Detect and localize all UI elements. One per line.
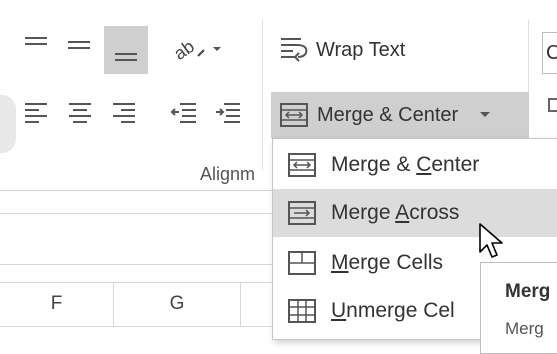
tooltip-title: Merg <box>505 281 551 302</box>
align-center-icon <box>69 103 91 123</box>
orientation-button[interactable]: ab <box>166 28 230 68</box>
bottom-align-button[interactable] <box>104 26 148 74</box>
align-left-icon <box>25 103 47 123</box>
menu-item-label: Merge Across <box>331 201 460 224</box>
increase-indent-icon <box>216 103 240 123</box>
decrease-indent-icon <box>170 103 196 123</box>
merge-center-icon <box>288 153 316 177</box>
orientation-icon: ab <box>170 36 221 64</box>
increase-indent-button[interactable] <box>210 94 246 130</box>
top-align-button[interactable] <box>18 26 54 64</box>
align-left-button[interactable] <box>18 94 54 130</box>
tooltip-text: Merg <box>505 319 544 338</box>
alignment-group-label: Alignm <box>200 164 256 184</box>
cropped-edge-badge <box>0 95 16 153</box>
number-format-box[interactable]: C <box>542 32 557 74</box>
wrap-text-icon <box>281 38 308 62</box>
align-right-button[interactable] <box>106 94 142 130</box>
unmerge-cells-icon <box>288 299 316 323</box>
wrap-text-label: Wrap Text <box>316 38 406 61</box>
column-header-g[interactable]: G <box>114 282 240 326</box>
merge-across-icon <box>288 201 316 225</box>
wrap-text-button[interactable]: Wrap Text <box>272 30 452 70</box>
center-button[interactable] <box>62 94 98 130</box>
mouse-cursor-icon <box>478 222 504 267</box>
column-header-f[interactable]: F <box>0 282 113 326</box>
svg-text:ab: ab <box>170 36 198 64</box>
menu-item-label: Merge Cells <box>331 251 444 274</box>
merge-center-icon <box>280 103 308 127</box>
middle-align-button[interactable] <box>60 26 98 64</box>
middle-align-icon <box>68 41 90 49</box>
accounting-format-icon[interactable] <box>548 98 557 112</box>
merge-center-button[interactable]: Merge & Center <box>271 92 529 138</box>
chevron-down-icon[interactable] <box>478 110 492 120</box>
merge-center-label: Merge & Center <box>317 103 459 126</box>
menu-item-label: Unmerge Cel <box>331 299 455 322</box>
align-right-icon <box>113 103 135 123</box>
menu-item-merge-center[interactable]: Merge & Center <box>273 141 557 189</box>
merge-cells-icon <box>288 251 316 275</box>
decrease-indent-button[interactable] <box>166 94 202 130</box>
top-align-icon <box>25 37 47 45</box>
column-divider <box>240 282 241 326</box>
menu-item-label: Merge & Center <box>331 153 480 176</box>
menu-item-merge-across[interactable]: Merge Across <box>273 189 557 237</box>
bottom-align-icon <box>115 53 137 61</box>
tooltip: Merg Merg <box>480 262 557 354</box>
ribbon-separator <box>262 20 263 170</box>
